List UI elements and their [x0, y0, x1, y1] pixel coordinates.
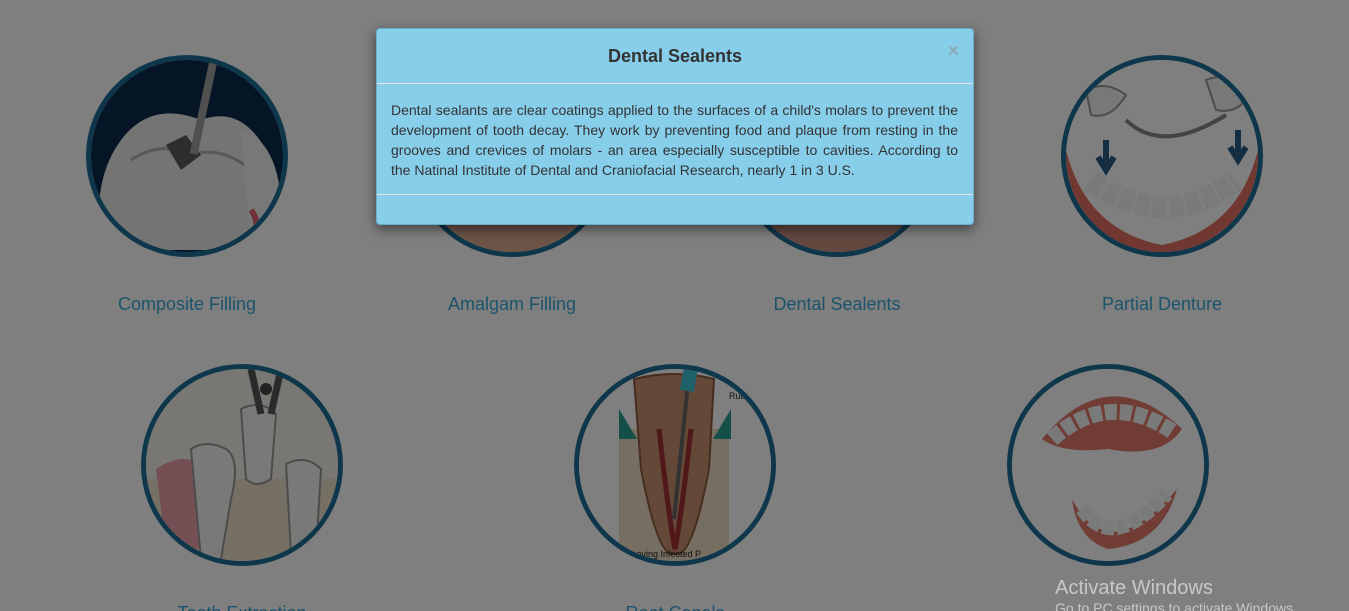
modal-title: Dental Sealents: [607, 46, 743, 66]
page: Composite Filling Amalgam Filling Dental…: [0, 0, 1349, 611]
dental-sealents-modal: Dental Sealents × Dental sealants are cl…: [376, 28, 974, 225]
modal-body: Dental sealants are clear coatings appli…: [377, 84, 973, 195]
activate-windows-subtitle: Go to PC settings to activate Windows.: [1055, 600, 1297, 611]
modal-description: Dental sealants are clear coatings appli…: [391, 102, 958, 178]
close-icon[interactable]: ×: [948, 42, 959, 61]
modal-header: Dental Sealents ×: [377, 29, 973, 84]
activate-windows-title: Activate Windows: [1055, 577, 1213, 599]
